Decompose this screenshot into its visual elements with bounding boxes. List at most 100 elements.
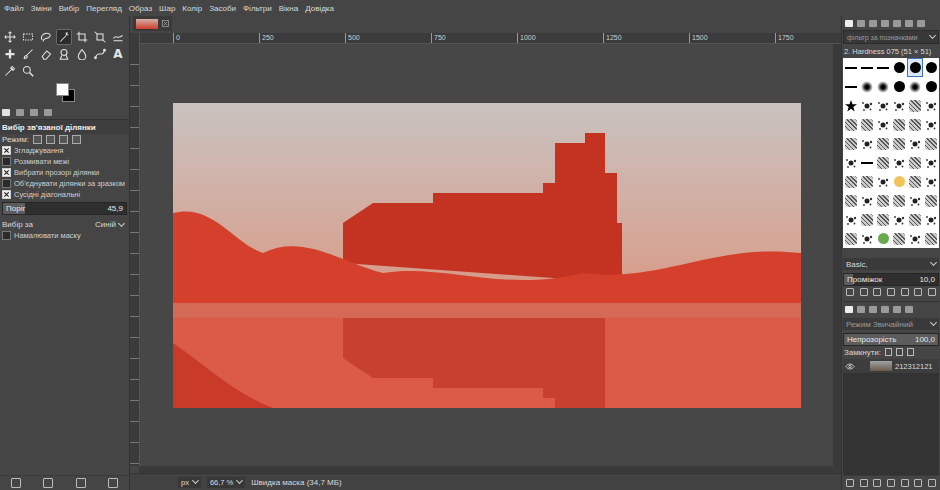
- brush-item[interactable]: [907, 134, 923, 153]
- menu-item[interactable]: Перегляд: [86, 4, 122, 13]
- option-checkbox-row[interactable]: Згладжування: [0, 145, 129, 156]
- dock-tab-icon[interactable]: [869, 20, 877, 27]
- brush-item[interactable]: [875, 191, 891, 210]
- tag-filter-field[interactable]: фільтр за позначками: [843, 30, 939, 44]
- zoom-dropdown[interactable]: 66,7 %: [207, 477, 245, 488]
- dock-tab-icon[interactable]: [30, 109, 38, 116]
- brush-button-icon[interactable]: [914, 288, 922, 296]
- brush-item[interactable]: [923, 77, 939, 96]
- checkbox[interactable]: [2, 146, 11, 155]
- brush-item[interactable]: [875, 210, 891, 229]
- dock-tab-icon[interactable]: [2, 109, 10, 116]
- brush-item[interactable]: [843, 229, 859, 248]
- brush-item[interactable]: [843, 191, 859, 210]
- tool-button[interactable]: [74, 46, 90, 62]
- brush-item[interactable]: [907, 58, 923, 77]
- brush-button-icon[interactable]: [928, 288, 936, 296]
- layer-row[interactable]: 212312121: [843, 359, 939, 373]
- brush-item[interactable]: [891, 153, 907, 172]
- menu-item[interactable]: Шар: [159, 4, 175, 13]
- image-tab[interactable]: [133, 16, 172, 31]
- ruler-corner[interactable]: [130, 33, 140, 44]
- canvas[interactable]: [140, 44, 833, 466]
- menu-item[interactable]: Засоби: [209, 4, 236, 13]
- brush-item[interactable]: [891, 210, 907, 229]
- brush-item[interactable]: [859, 134, 875, 153]
- brush-item[interactable]: [859, 172, 875, 191]
- brush-button-icon[interactable]: [873, 288, 881, 296]
- brush-item[interactable]: [859, 210, 875, 229]
- layer-button-icon[interactable]: [928, 479, 936, 487]
- brush-button-icon[interactable]: [887, 288, 895, 296]
- brush-item[interactable]: [907, 172, 923, 191]
- brush-item[interactable]: [875, 172, 891, 191]
- opacity-slider[interactable]: Непрозорість 100,0: [843, 333, 939, 346]
- selection-mode-icon[interactable]: [59, 135, 68, 144]
- tool-button[interactable]: [92, 29, 108, 45]
- option-checkbox-row[interactable]: Об'єднувати ділянки за зразком: [0, 178, 129, 189]
- layer-button-icon[interactable]: [887, 479, 895, 487]
- panel-button-icon[interactable]: [76, 478, 86, 488]
- tool-button[interactable]: [2, 46, 18, 62]
- layer-button-icon[interactable]: [901, 479, 909, 487]
- horizontal-scrollbar[interactable]: [139, 466, 841, 473]
- brush-item[interactable]: [907, 229, 923, 248]
- brush-item[interactable]: [923, 134, 939, 153]
- menu-item[interactable]: Зміни: [31, 4, 52, 13]
- brush-item[interactable]: [843, 115, 859, 134]
- dock-tab-icon[interactable]: [905, 20, 913, 27]
- selection-mode-icon[interactable]: [72, 135, 81, 144]
- option-checkbox-row[interactable]: Сусідні діагональні: [0, 189, 129, 200]
- brush-item[interactable]: [891, 191, 907, 210]
- brush-item[interactable]: [859, 58, 875, 77]
- tool-button[interactable]: [38, 29, 54, 45]
- layer-button-icon[interactable]: [914, 479, 922, 487]
- dock-tab-icon[interactable]: [869, 306, 877, 313]
- brush-item[interactable]: [859, 115, 875, 134]
- checkbox[interactable]: [2, 190, 11, 199]
- dock-tab-icon[interactable]: [845, 306, 853, 313]
- brush-item[interactable]: [891, 58, 907, 77]
- brush-item[interactable]: [923, 210, 939, 229]
- menu-item[interactable]: Файл: [4, 4, 24, 13]
- brush-item[interactable]: [843, 172, 859, 191]
- brush-item[interactable]: [891, 172, 907, 191]
- brush-item[interactable]: [859, 191, 875, 210]
- selection-mode-icon[interactable]: [33, 135, 42, 144]
- brush-item[interactable]: [923, 172, 939, 191]
- brush-item[interactable]: [843, 58, 859, 77]
- checkbox[interactable]: [2, 179, 11, 188]
- brush-item[interactable]: [843, 153, 859, 172]
- brush-item[interactable]: [923, 58, 939, 77]
- brush-item[interactable]: [923, 229, 939, 248]
- panel-button-icon[interactable]: [108, 478, 118, 488]
- tool-button[interactable]: [74, 29, 90, 45]
- menu-item[interactable]: Фільтри: [243, 4, 272, 13]
- menu-item[interactable]: Колір: [182, 4, 202, 13]
- selection-mode-icon[interactable]: [46, 135, 55, 144]
- foreground-color-swatch[interactable]: [56, 83, 69, 96]
- lock-toggle-icon[interactable]: [885, 348, 892, 356]
- dock-tab-icon[interactable]: [893, 306, 901, 313]
- option-checkbox-row[interactable]: Розмивати межі: [0, 156, 129, 167]
- brush-item[interactable]: [875, 115, 891, 134]
- draw-mask-row[interactable]: Намалювати маску: [0, 230, 129, 241]
- brush-item[interactable]: [907, 191, 923, 210]
- tool-button[interactable]: [20, 29, 36, 45]
- brush-button-icon[interactable]: [901, 288, 909, 296]
- menu-item[interactable]: Образ: [129, 4, 152, 13]
- brush-item[interactable]: [859, 153, 875, 172]
- brush-item[interactable]: [843, 77, 859, 96]
- dock-tab-icon[interactable]: [905, 306, 913, 313]
- brush-item[interactable]: [923, 115, 939, 134]
- brush-item[interactable]: [859, 77, 875, 96]
- brush-preset-dropdown[interactable]: Basic,: [843, 258, 939, 270]
- checkbox[interactable]: [2, 231, 11, 240]
- brush-item[interactable]: [843, 134, 859, 153]
- dock-tab-icon[interactable]: [917, 20, 925, 27]
- tool-button[interactable]: A: [110, 46, 126, 62]
- brush-item[interactable]: [875, 153, 891, 172]
- brush-item[interactable]: [875, 96, 891, 115]
- brush-item[interactable]: [843, 210, 859, 229]
- dock-tab-icon[interactable]: [881, 306, 889, 313]
